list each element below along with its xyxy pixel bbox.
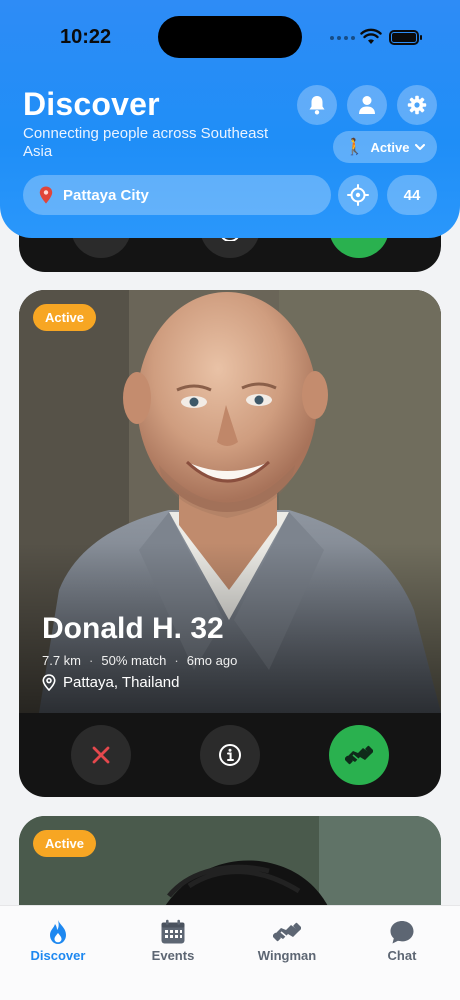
status-dropdown-label: Active	[370, 139, 410, 155]
profile-meta: 7.7 km · 50% match · 6mo ago	[42, 653, 237, 668]
tab-discover-label: Discover	[30, 948, 86, 963]
tab-events-label: Events	[151, 948, 195, 963]
card-actions	[19, 713, 441, 797]
flame-icon	[50, 920, 66, 944]
profile-distance: 7.7 km	[42, 653, 82, 668]
tab-events[interactable]: Events	[128, 918, 218, 963]
status-time: 10:22	[60, 26, 112, 48]
separator-dot: ·	[174, 653, 179, 668]
status-badge: Active	[33, 830, 97, 857]
bell-icon	[309, 96, 325, 115]
gear-icon	[407, 95, 427, 115]
bottom-tab-bar: Discover Events Wingman Chat	[0, 905, 460, 1000]
wifi-icon	[360, 28, 382, 44]
header: 10:22 Discover Connecting people across …	[0, 0, 460, 238]
profile-photo: Active Donald H. 32 7.7 km · 50% match ·…	[19, 290, 441, 713]
status-dropdown[interactable]: 🚶 Active	[333, 131, 437, 163]
status-badge: Active	[33, 304, 97, 331]
profile-name: Donald H. 32	[42, 612, 224, 645]
dynamic-island	[158, 16, 302, 58]
tab-wingman[interactable]: Wingman	[242, 918, 332, 963]
profile-match: 50% match	[101, 653, 167, 668]
location-value: Pattaya City	[63, 186, 149, 204]
tab-chat[interactable]: Chat	[357, 918, 447, 963]
profile-location: Pattaya, Thailand	[42, 674, 179, 691]
profile-last-seen: 6mo ago	[186, 653, 238, 668]
map-pin-icon	[39, 186, 53, 204]
locate-me-button[interactable]	[338, 175, 378, 215]
info-icon	[219, 744, 241, 766]
notifications-button[interactable]	[297, 85, 337, 125]
chat-bubble-icon	[390, 921, 414, 944]
location-selector[interactable]: Pattaya City	[23, 175, 331, 215]
profile-card[interactable]: Active Donald H. 32 7.7 km · 50% match ·…	[19, 290, 441, 797]
battery-icon	[389, 30, 422, 45]
tab-discover[interactable]: Discover	[13, 918, 103, 963]
crosshair-icon	[347, 184, 369, 206]
user-icon	[359, 96, 375, 114]
walking-person-icon: 🚶	[344, 139, 365, 156]
profile-button[interactable]	[347, 85, 387, 125]
tab-wingman-label: Wingman	[257, 948, 317, 963]
cellular-signal-icon	[330, 36, 355, 40]
handshake-icon	[273, 922, 301, 942]
result-count-badge[interactable]: 44	[387, 175, 437, 215]
close-icon	[92, 746, 110, 764]
handshake-icon	[345, 745, 373, 765]
calendar-icon	[161, 919, 185, 944]
pass-button[interactable]	[71, 725, 131, 785]
chevron-down-icon	[415, 143, 426, 150]
page-subtitle: Connecting people across Southeast Asia	[23, 125, 269, 160]
wingman-button[interactable]	[329, 725, 389, 785]
tab-chat-label: Chat	[387, 948, 417, 963]
profile-location-text: Pattaya, Thailand	[63, 674, 180, 691]
info-button[interactable]	[200, 725, 260, 785]
location-outline-icon	[42, 674, 56, 691]
settings-button[interactable]	[397, 85, 437, 125]
separator-dot: ·	[89, 653, 94, 668]
page-title: Discover	[23, 86, 160, 122]
